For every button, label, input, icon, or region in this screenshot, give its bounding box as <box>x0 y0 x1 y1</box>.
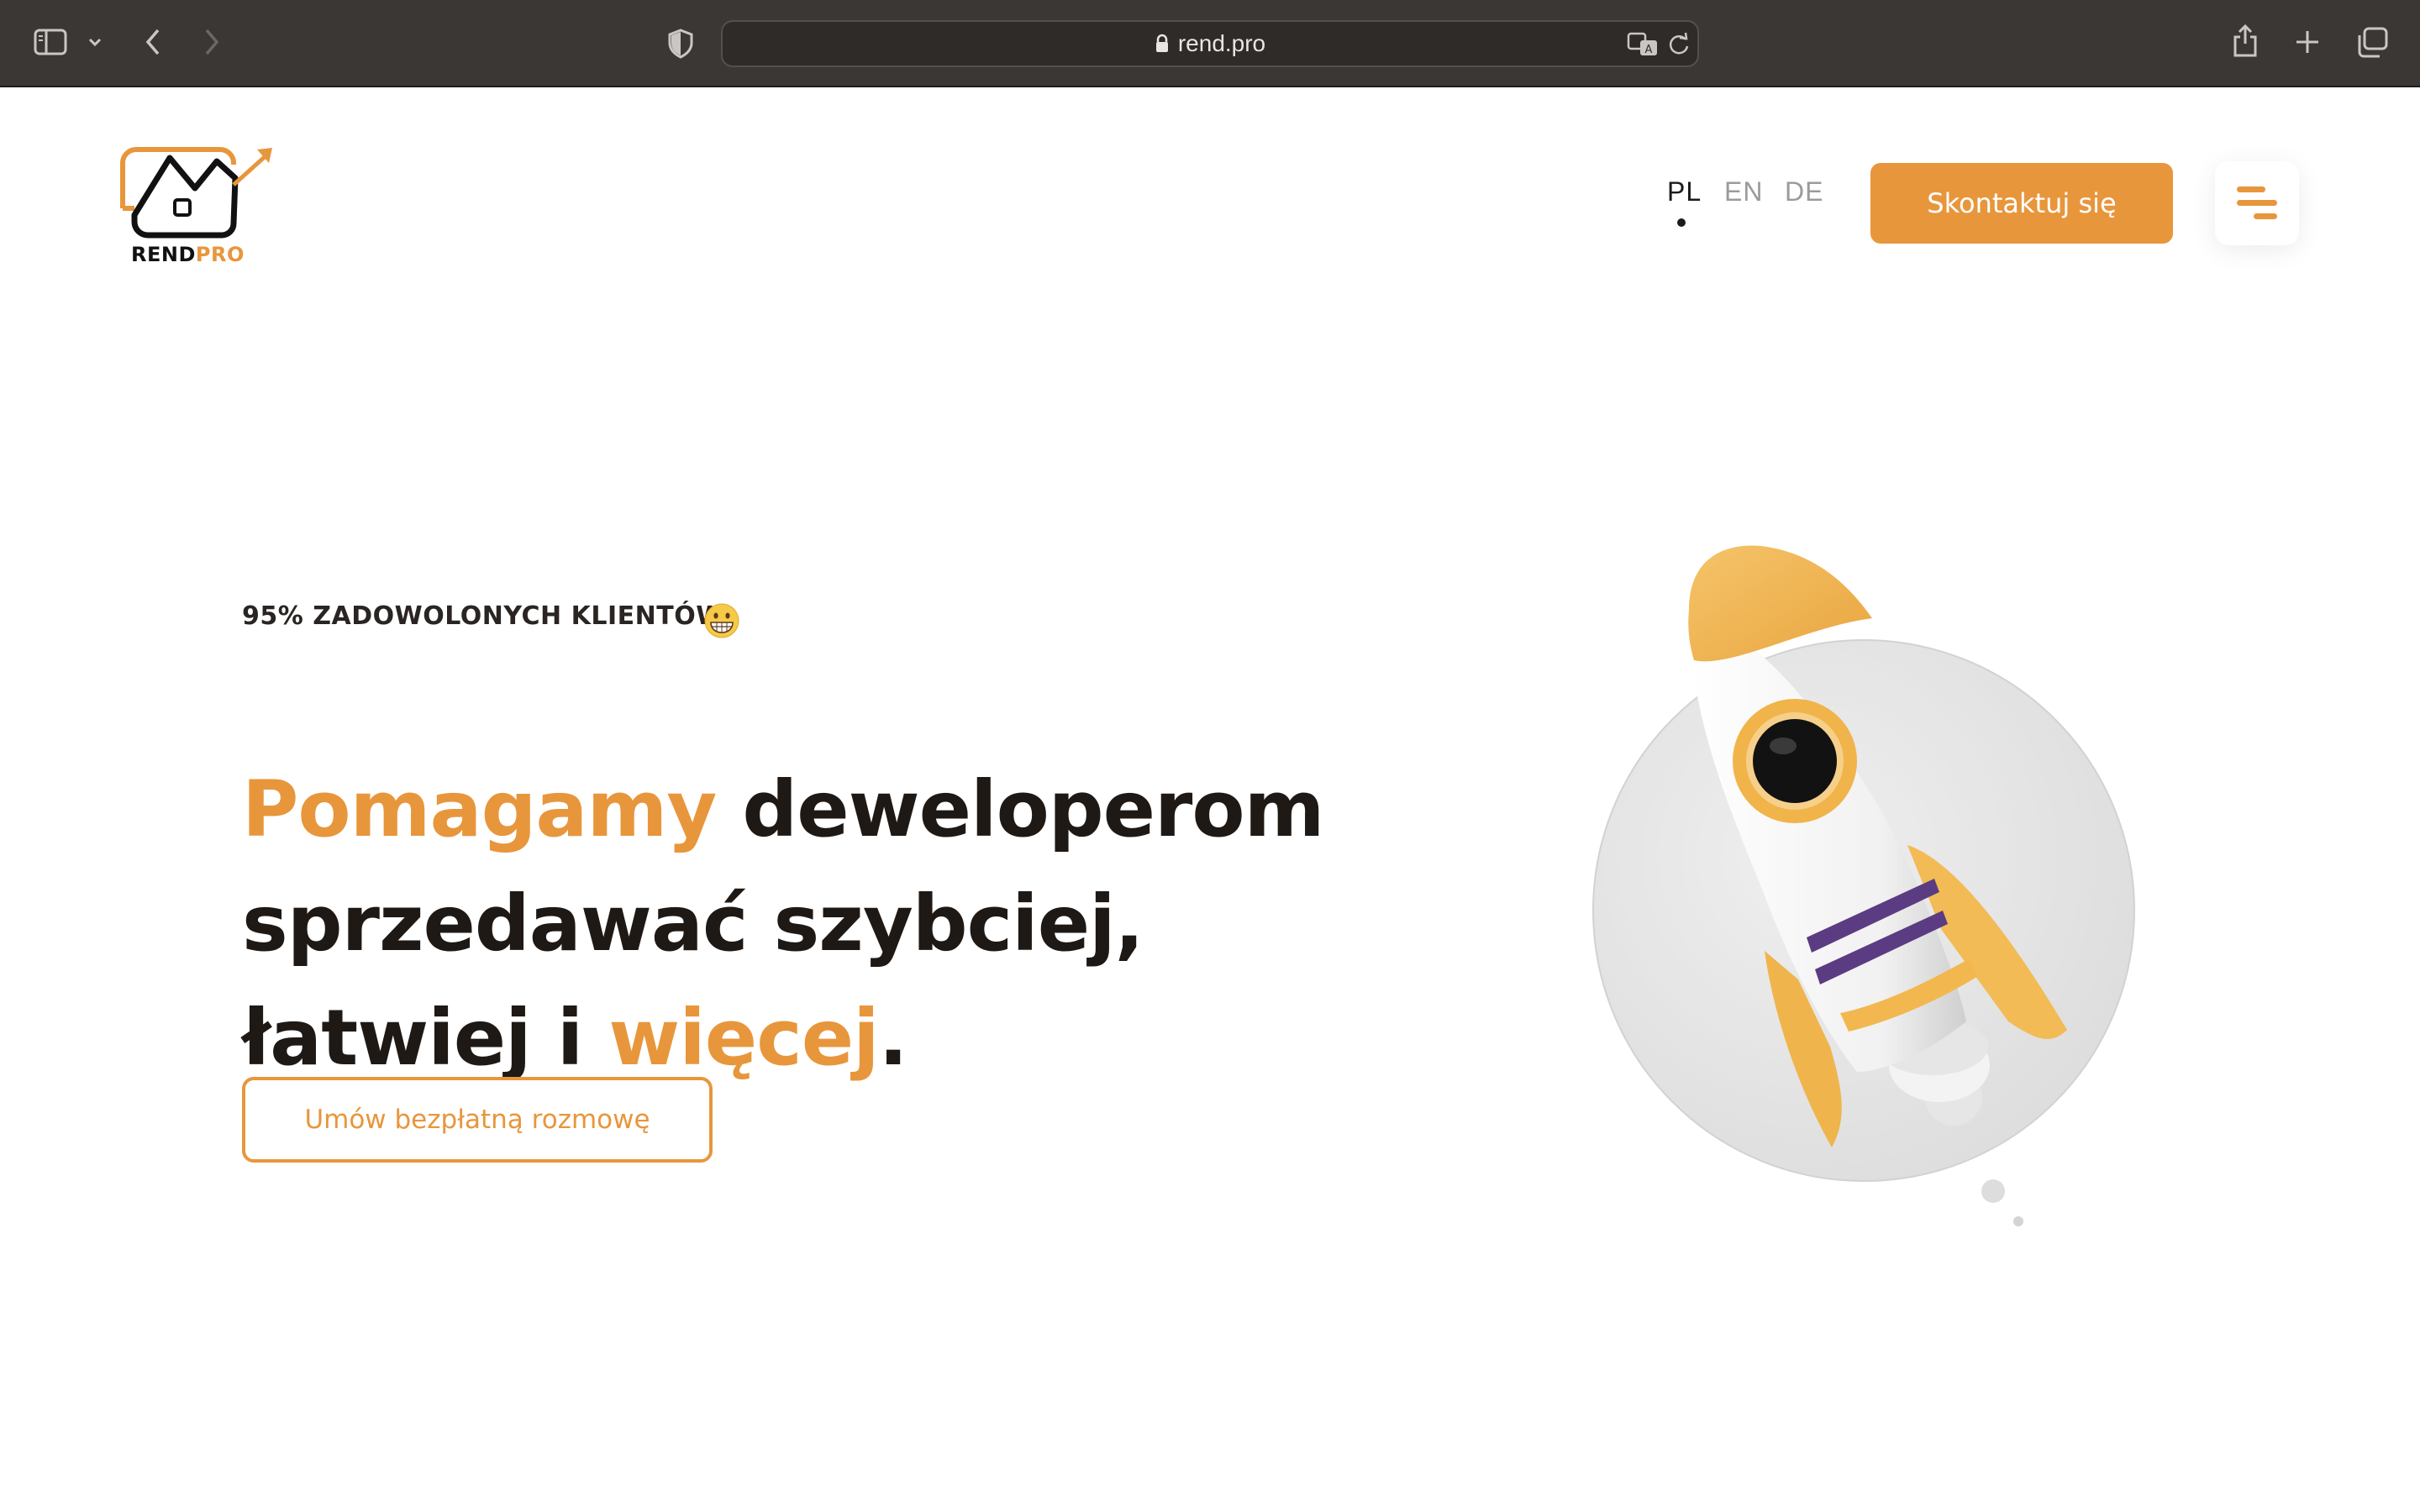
logo-text[interactable]: RENDPRO <box>131 243 245 266</box>
headline-part-2: deweloperom <box>716 764 1324 854</box>
browser-toolbar: rend.pro A <box>0 0 2420 87</box>
menu-line <box>2237 200 2277 206</box>
lang-de[interactable]: DE <box>1785 176 1823 207</box>
hero-headline: Pomagamy deweloperom sprzedawać szybciej… <box>242 753 1418 1095</box>
logo-text-main: REND <box>131 243 196 266</box>
share-icon[interactable] <box>2232 24 2259 59</box>
chevron-down-icon[interactable] <box>87 37 103 47</box>
page-content: RENDPRO PL EN DE Skontaktuj się 95% ZADO… <box>0 89 2420 1512</box>
lang-pl[interactable]: PL <box>1667 176 1702 207</box>
headline-part-4: łatwiej i <box>242 993 609 1083</box>
sidebar-icon[interactable] <box>34 29 67 55</box>
tabs-overview-icon[interactable] <box>2356 27 2390 59</box>
contact-button[interactable]: Skontaktuj się <box>1870 163 2173 244</box>
url-text: rend.pro <box>1177 30 1266 56</box>
headline-part-3: sprzedawać szybciej, <box>242 879 1144 969</box>
lock-icon <box>1155 34 1170 54</box>
address-bar[interactable]: rend.pro A <box>721 20 1699 67</box>
headline-accent-1: Pomagamy <box>242 764 717 854</box>
headline-part-6: . <box>878 993 908 1083</box>
grinning-face-icon <box>704 603 739 638</box>
translate-icon[interactable]: A <box>1627 32 1660 57</box>
hero-kicker: 95% ZADOWOLONYCH KLIENTÓW <box>242 601 724 631</box>
book-call-button[interactable]: Umów bezpłatną rozmowę <box>242 1077 713 1163</box>
shield-icon[interactable] <box>667 29 694 59</box>
back-icon[interactable] <box>143 27 163 57</box>
menu-button[interactable] <box>2215 161 2299 245</box>
headline-accent-2: więcej <box>608 993 879 1083</box>
svg-text:A: A <box>1645 44 1653 56</box>
rocket-illustration <box>1592 545 2135 1226</box>
menu-line <box>2254 213 2277 219</box>
lang-en[interactable]: EN <box>1724 176 1763 207</box>
logo-text-accent: PRO <box>195 243 245 266</box>
hamburger-menu-icon <box>2237 186 2265 192</box>
new-tab-icon[interactable] <box>2294 29 2321 55</box>
forward-icon[interactable] <box>202 27 222 57</box>
reload-icon[interactable] <box>1667 32 1691 57</box>
active-lang-indicator <box>1677 218 1686 227</box>
